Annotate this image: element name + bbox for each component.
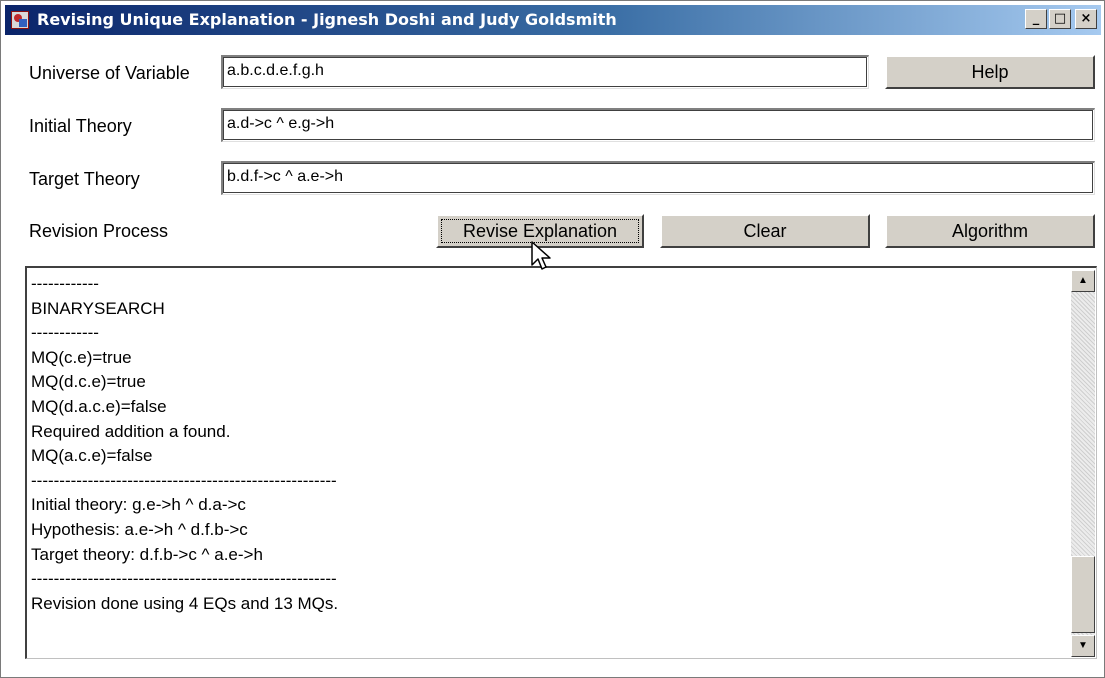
- window-title: Revising Unique Explanation - Jignesh Do…: [37, 10, 617, 29]
- target-theory-input[interactable]: b.d.f->c ^ a.e->h: [221, 161, 1095, 195]
- output-line: MQ(c.e)=true: [31, 347, 132, 367]
- vertical-scrollbar[interactable]: ▲ ▼: [1071, 270, 1095, 657]
- output-line: ------------: [31, 274, 99, 293]
- output-line: Target theory: d.f.b->c ^ a.e->h: [31, 544, 263, 564]
- output-line: ----------------------------------------…: [31, 569, 337, 589]
- output-text-area[interactable]: ------------ BINARYSEARCH ------------ MQ(c…: [25, 266, 1097, 659]
- title-bar[interactable]: Revising Unique Explanation - Jignesh Do…: [5, 5, 1101, 35]
- output-line: Initial theory: g.e->h ^ d.a->c: [31, 495, 246, 515]
- output-line: MQ(a.c.e)=false: [31, 446, 153, 466]
- output-line: BINARYSEARCH: [31, 298, 165, 318]
- scroll-up-arrow-icon[interactable]: ▲: [1071, 270, 1095, 292]
- output-line: MQ(d.a.c.e)=false: [31, 396, 167, 416]
- minimize-button[interactable]: _: [1025, 9, 1047, 29]
- close-button[interactable]: ×: [1075, 9, 1097, 29]
- output-line: ----------------------------------------…: [31, 470, 337, 490]
- output-line: ------------: [31, 323, 99, 343]
- maximize-button[interactable]: □: [1049, 9, 1071, 29]
- app-icon: [11, 11, 29, 29]
- target-theory-label: Target Theory: [29, 169, 140, 189]
- output-log: ------------ BINARYSEARCH ------------ MQ(c…: [31, 272, 1061, 616]
- universe-label: Universe of Variable: [29, 63, 190, 83]
- universe-input[interactable]: a.b.c.d.e.f.g.h: [221, 55, 869, 89]
- output-line: Required addition a found.: [31, 421, 231, 441]
- app-window: Revising Unique Explanation - Jignesh Do…: [0, 0, 1105, 678]
- scroll-thumb[interactable]: [1071, 556, 1095, 633]
- mouse-pointer-icon: [531, 241, 551, 270]
- output-line: Hypothesis: a.e->h ^ d.f.b->c: [31, 519, 248, 539]
- output-line: Revision done using 4 EQs and 13 MQs.: [31, 593, 339, 613]
- revision-process-label: Revision Process: [29, 221, 169, 241]
- initial-theory-input[interactable]: a.d->c ^ e.g->h: [221, 108, 1095, 142]
- scroll-down-arrow-icon[interactable]: ▼: [1071, 635, 1095, 657]
- help-button[interactable]: Help: [885, 55, 1095, 89]
- clear-button[interactable]: Clear: [660, 214, 870, 248]
- algorithm-button[interactable]: Algorithm: [885, 214, 1095, 248]
- output-line: MQ(d.c.e)=true: [31, 372, 146, 392]
- initial-theory-label: Initial Theory: [29, 116, 132, 136]
